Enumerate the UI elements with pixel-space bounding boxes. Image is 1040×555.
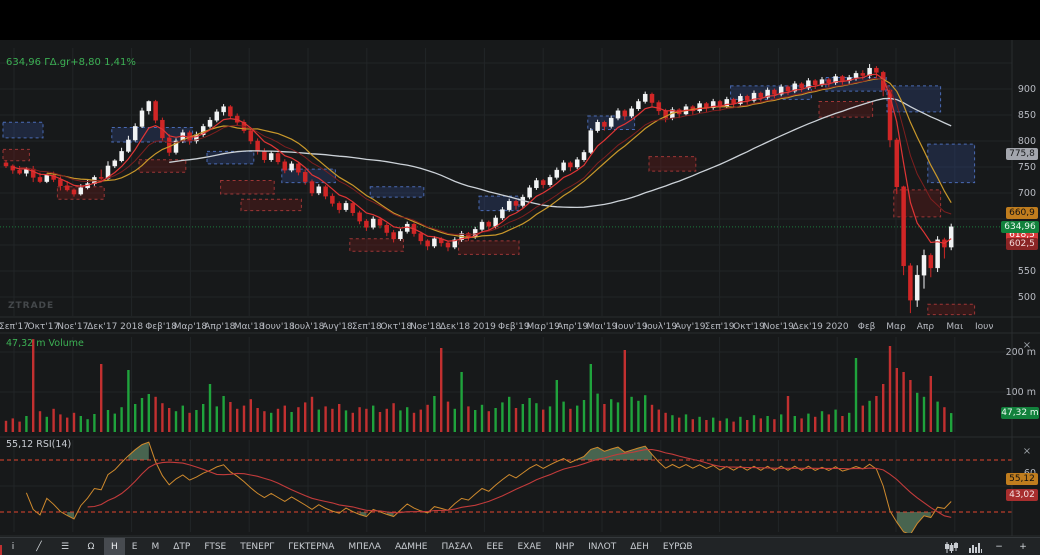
ticker-shortcut-FTSE[interactable]: FTSE	[197, 538, 233, 555]
svg-text:2020: 2020	[826, 322, 849, 332]
rsi-value-badge: 55,12	[1006, 473, 1038, 485]
bottom-toolbar: i╱☰Ω ΗΕΜ ΔΤΡFTSEΤΕΝΕΡΓΓΕΚΤΕΡΝΑΜΠΕΛΑΑΔΜΗΕ…	[0, 537, 1040, 555]
timeframe-group: ΗΕΜ	[104, 538, 166, 555]
omega-icon[interactable]: Ω	[78, 538, 104, 555]
svg-text:750: 750	[1018, 162, 1036, 173]
svg-text:500: 500	[1018, 292, 1036, 303]
svg-text:Μαι: Μαι	[946, 322, 963, 332]
trading-chart-app: 900850800750700550500Σεπ'17Οκτ'17Νοε'17Δ…	[0, 0, 1040, 555]
svg-text:Απρ: Απρ	[917, 322, 935, 332]
edge-marker	[0, 545, 2, 555]
ticker-shortcut-ΔΤΡ[interactable]: ΔΤΡ	[166, 538, 197, 555]
ma-value-badge-1: 660,9	[1006, 207, 1038, 219]
rsi-ma-value-badge: 43,02	[1006, 489, 1038, 501]
ticker-shortcut-ΓΕΚΤΕΡΝΑ[interactable]: ΓΕΚΤΕΡΝΑ	[281, 538, 341, 555]
ticker-shortcut-ΠΑΣΑΛ[interactable]: ΠΑΣΑΛ	[435, 538, 480, 555]
svg-text:Σεπ'18: Σεπ'18	[352, 322, 382, 332]
svg-text:Σεπ'19: Σεπ'19	[705, 322, 735, 332]
ticker-shortcut-ΜΠΕΛΑ[interactable]: ΜΠΕΛΑ	[341, 538, 388, 555]
last-price-badge: 634,96	[1001, 221, 1039, 233]
svg-text:Αυγ'18: Αυγ'18	[322, 322, 353, 332]
svg-text:Οκτ'18: Οκτ'18	[380, 322, 412, 332]
svg-text:700: 700	[1018, 188, 1036, 199]
ticker-symbol: ΓΔ.gr	[44, 57, 70, 68]
ticker-change-pct: 1,41%	[104, 57, 136, 68]
rsi-last-value: 55,12	[6, 439, 33, 450]
timeframe-button-Ε[interactable]: Ε	[125, 538, 145, 555]
svg-text:Νοε'17: Νοε'17	[57, 322, 88, 332]
svg-text:Δεκ'19: Δεκ'19	[793, 322, 824, 332]
ticker-shortcut-ΙΝΛΟΤ[interactable]: ΙΝΛΟΤ	[581, 538, 623, 555]
svg-text:Νοε'19: Νοε'19	[763, 322, 794, 332]
svg-text:Ιουλ'19: Ιουλ'19	[644, 322, 677, 332]
svg-text:Μαι'19: Μαι'19	[587, 322, 618, 332]
svg-text:Ιουλ'18: Ιουλ'18	[292, 322, 325, 332]
svg-text:100 m: 100 m	[1006, 387, 1036, 398]
svg-text:Δεκ'18: Δεκ'18	[440, 322, 471, 332]
svg-text:Απρ'18: Απρ'18	[204, 322, 235, 332]
rsi-indicator-label: 55,12 RSI(14)	[6, 439, 71, 450]
svg-text:850: 850	[1018, 110, 1036, 121]
svg-text:800: 800	[1018, 136, 1036, 147]
svg-text:900: 900	[1018, 84, 1036, 95]
ticker-shortcut-ΕΕΕ[interactable]: ΕΕΕ	[479, 538, 510, 555]
svg-text:Μαρ: Μαρ	[886, 322, 906, 332]
trendline-icon[interactable]: ╱	[26, 538, 52, 555]
ticker-shortcut-ΕΧΑΕ[interactable]: ΕΧΑΕ	[511, 538, 549, 555]
svg-text:Μαρ'19: Μαρ'19	[527, 322, 561, 332]
volume-last-value: 47,32 m	[6, 338, 45, 349]
svg-text:Φεβ'19: Φεβ'19	[498, 322, 530, 332]
watchlist-icon[interactable]: ☰	[52, 538, 78, 555]
chart-canvas[interactable]: 900850800750700550500Σεπ'17Οκτ'17Νοε'17Δ…	[0, 0, 1040, 555]
svg-text:Δεκ'17: Δεκ'17	[87, 322, 117, 332]
platform-watermark: ZTRADE	[8, 301, 54, 311]
ticker-shortcut-ΤΕΝΕΡΓ[interactable]: ΤΕΝΕΡΓ	[233, 538, 281, 555]
ticker-change: +8,80	[70, 57, 101, 68]
toolbar-left-group: i╱☰Ω	[0, 538, 104, 555]
svg-text:Απρ'19: Απρ'19	[557, 322, 588, 332]
svg-text:Φεβ'18: Φεβ'18	[145, 322, 177, 332]
svg-text:Σεπ'17: Σεπ'17	[0, 322, 29, 332]
ticker-shortcut-ΑΔΜΗΕ[interactable]: ΑΔΜΗΕ	[388, 538, 435, 555]
svg-text:2019: 2019	[473, 322, 496, 332]
toolbar-right-group: − +	[940, 538, 1040, 555]
volume-indicator-label: 47,32 m Volume	[6, 338, 84, 349]
svg-text:Νοε'18: Νοε'18	[410, 322, 441, 332]
svg-text:550: 550	[1018, 266, 1036, 277]
candle-chart-icon[interactable]	[940, 542, 962, 553]
timeframe-button-Η[interactable]: Η	[104, 538, 125, 555]
ticker-shortcut-ΝΗΡ[interactable]: ΝΗΡ	[548, 538, 581, 555]
volume-value-badge: 47,32 m	[1001, 407, 1039, 419]
ma-value-badge-3: 602,5	[1006, 238, 1038, 250]
ticker-last: 634,96	[6, 57, 41, 68]
svg-text:Ιουν'19: Ιουν'19	[615, 322, 648, 332]
svg-text:Ιουν: Ιουν	[975, 322, 993, 332]
ticker-shortcut-ΔΕΗ[interactable]: ΔΕΗ	[623, 538, 656, 555]
svg-text:Αυγ'19: Αυγ'19	[675, 322, 706, 332]
svg-text:Μαι'18: Μαι'18	[234, 322, 265, 332]
svg-text:Μαρ'18: Μαρ'18	[174, 322, 208, 332]
ticker-shortcut-group: ΔΤΡFTSEΤΕΝΕΡΓΓΕΚΤΕΡΝΑΜΠΕΛΑΑΔΜΗΕΠΑΣΑΛΕΕΕΕ…	[166, 538, 699, 555]
timeframe-button-Μ[interactable]: Μ	[144, 538, 166, 555]
zoom-in-button[interactable]: +	[1012, 542, 1034, 552]
svg-text:2018: 2018	[120, 322, 143, 332]
svg-text:Ιουν'18: Ιουν'18	[262, 322, 295, 332]
volume-bars-icon[interactable]	[964, 542, 986, 553]
info-icon[interactable]: i	[0, 538, 26, 555]
ticker-shortcut-ΕΥΡΩΒ[interactable]: ΕΥΡΩΒ	[656, 538, 700, 555]
rsi-name: RSI(14)	[36, 439, 71, 450]
ma-value-badge-0: 775,8	[1006, 148, 1038, 160]
svg-text:Οκτ'19: Οκτ'19	[733, 322, 765, 332]
volume-name: Volume	[49, 338, 84, 349]
toolbar-spacer	[700, 538, 940, 555]
rsi-pane-close-icon[interactable]: ×	[1021, 446, 1033, 458]
ticker-info: 634,96 ΓΔ.gr+8,80 1,41%	[6, 57, 136, 68]
svg-text:Φεβ: Φεβ	[858, 322, 876, 332]
zoom-out-button[interactable]: −	[988, 542, 1010, 552]
volume-pane-close-icon[interactable]: ×	[1021, 340, 1033, 352]
svg-text:Οκτ'17: Οκτ'17	[28, 322, 60, 332]
